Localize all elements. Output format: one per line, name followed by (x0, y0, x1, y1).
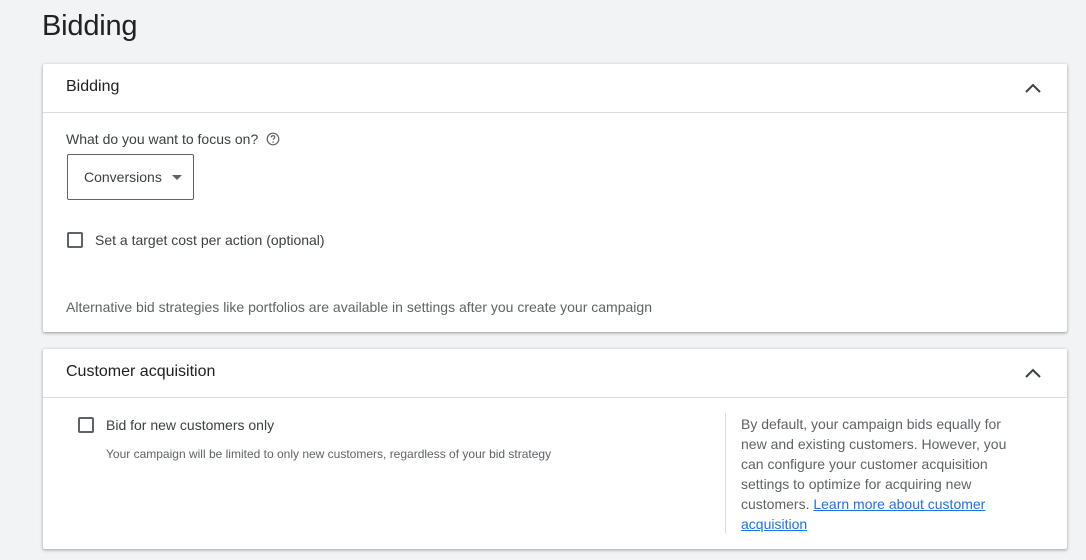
focus-select[interactable]: Conversions (67, 154, 194, 200)
customer-acquisition-card: Customer acquisition Bid for new custome… (43, 349, 1067, 549)
bidding-card-header[interactable]: Bidding (43, 64, 1067, 113)
bidding-collapse-button[interactable] (1019, 76, 1047, 100)
new-customers-label[interactable]: Bid for new customers only (106, 417, 274, 433)
customer-card-title: Customer acquisition (66, 363, 216, 380)
focus-label: What do you want to focus on? (66, 131, 259, 147)
customer-collapse-button[interactable] (1019, 361, 1047, 385)
alt-strategies-note: Alternative bid strategies like portfoli… (66, 299, 652, 315)
help-circle-icon[interactable] (266, 132, 280, 146)
page-title: Bidding (42, 10, 138, 42)
arrow-drop-down-icon (171, 174, 182, 180)
new-customers-option[interactable]: Bid for new customers only (78, 417, 274, 433)
customer-card-header[interactable]: Customer acquisition (43, 349, 1067, 398)
bidding-card-title: Bidding (66, 78, 120, 95)
target-cpa-checkbox[interactable] (67, 232, 83, 248)
chevron-up-icon (1025, 83, 1041, 93)
customer-info-panel: By default, your campaign bids equally f… (741, 414, 1027, 534)
new-customers-checkbox[interactable] (78, 417, 94, 433)
new-customers-help: Your campaign will be limited to only ne… (106, 447, 552, 461)
target-cpa-label[interactable]: Set a target cost per action (optional) (95, 232, 325, 248)
bidding-card: Bidding What do you want to focus on? Co… (43, 64, 1067, 332)
focus-select-value: Conversions (84, 169, 162, 185)
target-cpa-option[interactable]: Set a target cost per action (optional) (67, 232, 325, 248)
focus-question: What do you want to focus on? (66, 131, 280, 147)
chevron-up-icon (1025, 368, 1041, 378)
vertical-divider (725, 413, 726, 533)
